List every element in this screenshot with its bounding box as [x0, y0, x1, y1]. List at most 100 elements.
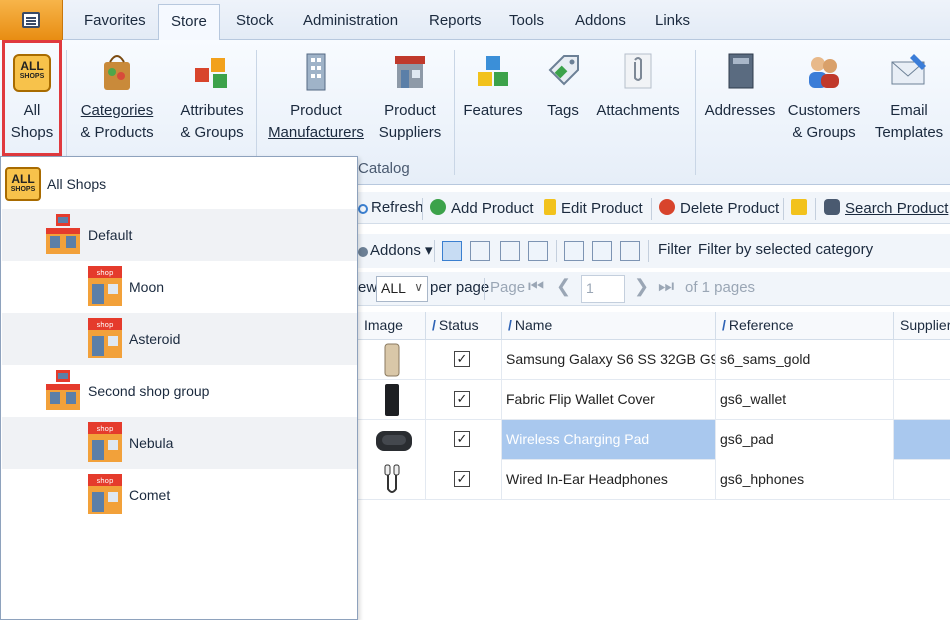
export-button[interactable]: [791, 199, 812, 217]
customers-groups-button[interactable]: Customers & Groups: [786, 48, 862, 144]
supplier-cell[interactable]: [894, 460, 950, 500]
catalog-group-label: Catalog: [358, 160, 410, 177]
columns-toggle[interactable]: [564, 241, 584, 261]
tree-label: Default: [88, 227, 133, 243]
app-menu-icon: [22, 12, 40, 28]
tab-reports[interactable]: Reports: [429, 12, 482, 29]
collapse-toggle[interactable]: [528, 241, 548, 261]
reference-cell[interactable]: gs6_pad: [716, 420, 894, 460]
next-page-button[interactable]: ❯: [634, 276, 649, 297]
all-shops-button[interactable]: ALL SHOPS All Shops: [2, 48, 62, 144]
status-cell[interactable]: ✓: [426, 340, 502, 380]
tree-item-second-shop-group[interactable]: Second shop group: [2, 365, 357, 417]
first-page-button[interactable]: ⏮: [528, 276, 544, 297]
table-row[interactable]: ✓ Fabric Flip Wallet Cover gs6_wallet: [358, 380, 950, 420]
column-header-name[interactable]: / Name: [502, 312, 716, 340]
status-checkbox[interactable]: ✓: [454, 431, 470, 447]
column-header-supplier[interactable]: Supplier R: [894, 312, 950, 340]
prev-page-button[interactable]: ❮: [556, 276, 571, 297]
reference-cell[interactable]: gs6_hphones: [716, 460, 894, 500]
svg-text:shop: shop: [97, 477, 114, 485]
tree-item-default[interactable]: Default: [2, 209, 357, 261]
gear-icon: [358, 247, 368, 257]
tree-item-all-shops[interactable]: ALL SHOPS All Shops: [2, 157, 357, 209]
edit-product-button[interactable]: Edit Product: [544, 199, 643, 217]
features-label: Features: [463, 102, 523, 119]
name-cell[interactable]: Fabric Flip Wallet Cover: [502, 380, 716, 420]
supplier-cell[interactable]: [894, 380, 950, 420]
tab-tools[interactable]: Tools: [509, 12, 544, 29]
page-size-select[interactable]: ALL: [376, 276, 428, 302]
tree-view-toggle[interactable]: [442, 241, 462, 261]
tree-item-asteroid[interactable]: shop Asteroid: [2, 313, 357, 365]
delete-product-button[interactable]: Delete Product: [659, 199, 779, 217]
tab-links[interactable]: Links: [655, 12, 690, 29]
addresses-label: Addresses: [704, 102, 776, 119]
envelope-icon: [891, 54, 926, 85]
search-product-button[interactable]: Search Product: [824, 199, 948, 217]
attributes-groups-button[interactable]: Attributes & Groups: [176, 48, 248, 144]
action-toolbar: Refresh Add Product Edit Product Delete …: [358, 192, 950, 224]
tab-store[interactable]: Store: [158, 4, 220, 41]
categories-label-2: & Products: [80, 124, 154, 141]
table-row[interactable]: ✓ Samsung Galaxy S6 SS 32GB G920 G s6_sa…: [358, 340, 950, 380]
column-header-reference[interactable]: / Reference: [716, 312, 894, 340]
features-button[interactable]: Features: [462, 48, 524, 122]
table-row[interactable]: ✓ Wired In-Ear Headphones gs6_hphones: [358, 460, 950, 500]
paging-toolbar: ew ALL per page Page ⏮ ❮ 1 ❯ ⏭ of 1 page…: [358, 272, 950, 306]
categories-products-button[interactable]: Categories & Products: [78, 48, 156, 144]
last-page-button[interactable]: ⏭: [658, 276, 674, 297]
addons-dropdown[interactable]: Addons ▾: [358, 241, 433, 259]
tab-favorites[interactable]: Favorites: [84, 12, 146, 29]
sort-down-toggle[interactable]: [620, 241, 640, 261]
edit-icon: /: [432, 317, 436, 333]
sort-up-toggle[interactable]: [592, 241, 612, 261]
page-number-input[interactable]: 1: [581, 275, 625, 303]
all-shops-icon: ALL SHOPS: [5, 167, 41, 201]
reference-cell[interactable]: gs6_wallet: [716, 380, 894, 420]
app-menu-button[interactable]: [0, 0, 63, 40]
grid-view-toggle[interactable]: [470, 241, 490, 261]
supplier-cell[interactable]: [894, 340, 950, 380]
name-cell[interactable]: Samsung Galaxy S6 SS 32GB G920 G: [502, 340, 716, 380]
tab-stock[interactable]: Stock: [236, 12, 274, 29]
tree-label: Second shop group: [88, 383, 210, 399]
view-toolbar: Addons ▾ Filter Filter by selected categ…: [358, 234, 950, 268]
tab-administration[interactable]: Administration: [303, 12, 398, 29]
supplier-cell[interactable]: [894, 420, 950, 460]
name-cell[interactable]: Wireless Charging Pad: [502, 420, 716, 460]
column-header-status[interactable]: / Status: [426, 312, 502, 340]
name-cell[interactable]: Wired In-Ear Headphones: [502, 460, 716, 500]
tree-item-comet[interactable]: shop Comet: [2, 469, 357, 521]
manufacturers-label-2: Manufacturers: [268, 124, 364, 141]
table-row[interactable]: ✓ Wireless Charging Pad gs6_pad: [358, 420, 950, 460]
tags-button[interactable]: Tags: [538, 48, 588, 122]
tree-item-moon[interactable]: shop Moon: [2, 261, 357, 313]
manufacturers-button[interactable]: Product Manufacturers: [266, 48, 366, 144]
shop-icon: shop: [88, 318, 122, 358]
pencil-icon: [544, 199, 556, 215]
add-product-button[interactable]: Add Product: [430, 199, 534, 217]
status-checkbox[interactable]: ✓: [454, 471, 470, 487]
reference-cell[interactable]: s6_sams_gold: [716, 340, 894, 380]
tree-item-nebula[interactable]: shop Nebula: [2, 417, 357, 469]
tree-label: All Shops: [47, 176, 107, 192]
attachments-button[interactable]: Attachments: [594, 48, 682, 122]
suppliers-button[interactable]: Product Suppliers: [372, 48, 448, 144]
tab-addons[interactable]: Addons: [575, 12, 626, 29]
status-cell[interactable]: ✓: [426, 460, 502, 500]
refresh-button[interactable]: Refresh: [358, 199, 424, 216]
customers-label-2: & Groups: [792, 124, 856, 141]
column-header-image[interactable]: Image: [358, 312, 426, 340]
status-cell[interactable]: ✓: [426, 420, 502, 460]
status-checkbox[interactable]: ✓: [454, 391, 470, 407]
email-templates-button[interactable]: Email Templates: [872, 48, 946, 144]
blocks-icon: [478, 56, 508, 86]
expand-toggle[interactable]: [500, 241, 520, 261]
status-checkbox[interactable]: ✓: [454, 351, 470, 367]
filter-value[interactable]: Filter by selected category: [698, 241, 873, 258]
status-cell[interactable]: ✓: [426, 380, 502, 420]
shop-group-icon: [46, 214, 80, 254]
addresses-button[interactable]: Addresses: [704, 48, 776, 122]
tree-label: Asteroid: [129, 331, 181, 347]
